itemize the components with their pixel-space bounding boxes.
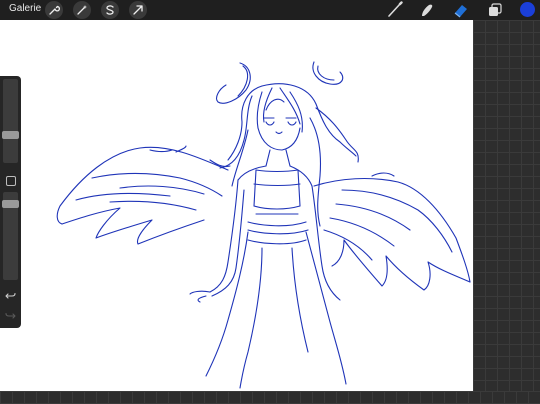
- eraser-icon[interactable]: [452, 1, 470, 19]
- smudge-icon[interactable]: [418, 1, 436, 19]
- opacity-slider[interactable]: [2, 192, 19, 280]
- wrench-icon[interactable]: [45, 1, 63, 19]
- canvas-outside-area: [473, 20, 540, 391]
- brush-size-slider[interactable]: [2, 79, 19, 163]
- modify-button[interactable]: [6, 176, 16, 186]
- transform-arrow-icon[interactable]: [129, 1, 147, 19]
- angel-sketch: [56, 61, 471, 389]
- selection-icon[interactable]: [101, 1, 119, 19]
- brush-size-thumb[interactable]: [2, 131, 19, 139]
- magic-wand-icon[interactable]: [73, 1, 91, 19]
- gallery-button[interactable]: Galerie: [9, 3, 41, 14]
- opacity-thumb[interactable]: [2, 200, 19, 208]
- redo-icon[interactable]: [5, 310, 16, 324]
- top-toolbar: Galerie: [0, 0, 540, 20]
- undo-icon[interactable]: [5, 290, 16, 304]
- color-picker-swatch[interactable]: [520, 2, 535, 17]
- brush-icon[interactable]: [386, 1, 404, 19]
- layers-icon[interactable]: [486, 1, 504, 19]
- left-sidebar: [0, 76, 21, 328]
- drawing-canvas[interactable]: [0, 20, 473, 391]
- canvas-outside-bottom: [0, 391, 540, 404]
